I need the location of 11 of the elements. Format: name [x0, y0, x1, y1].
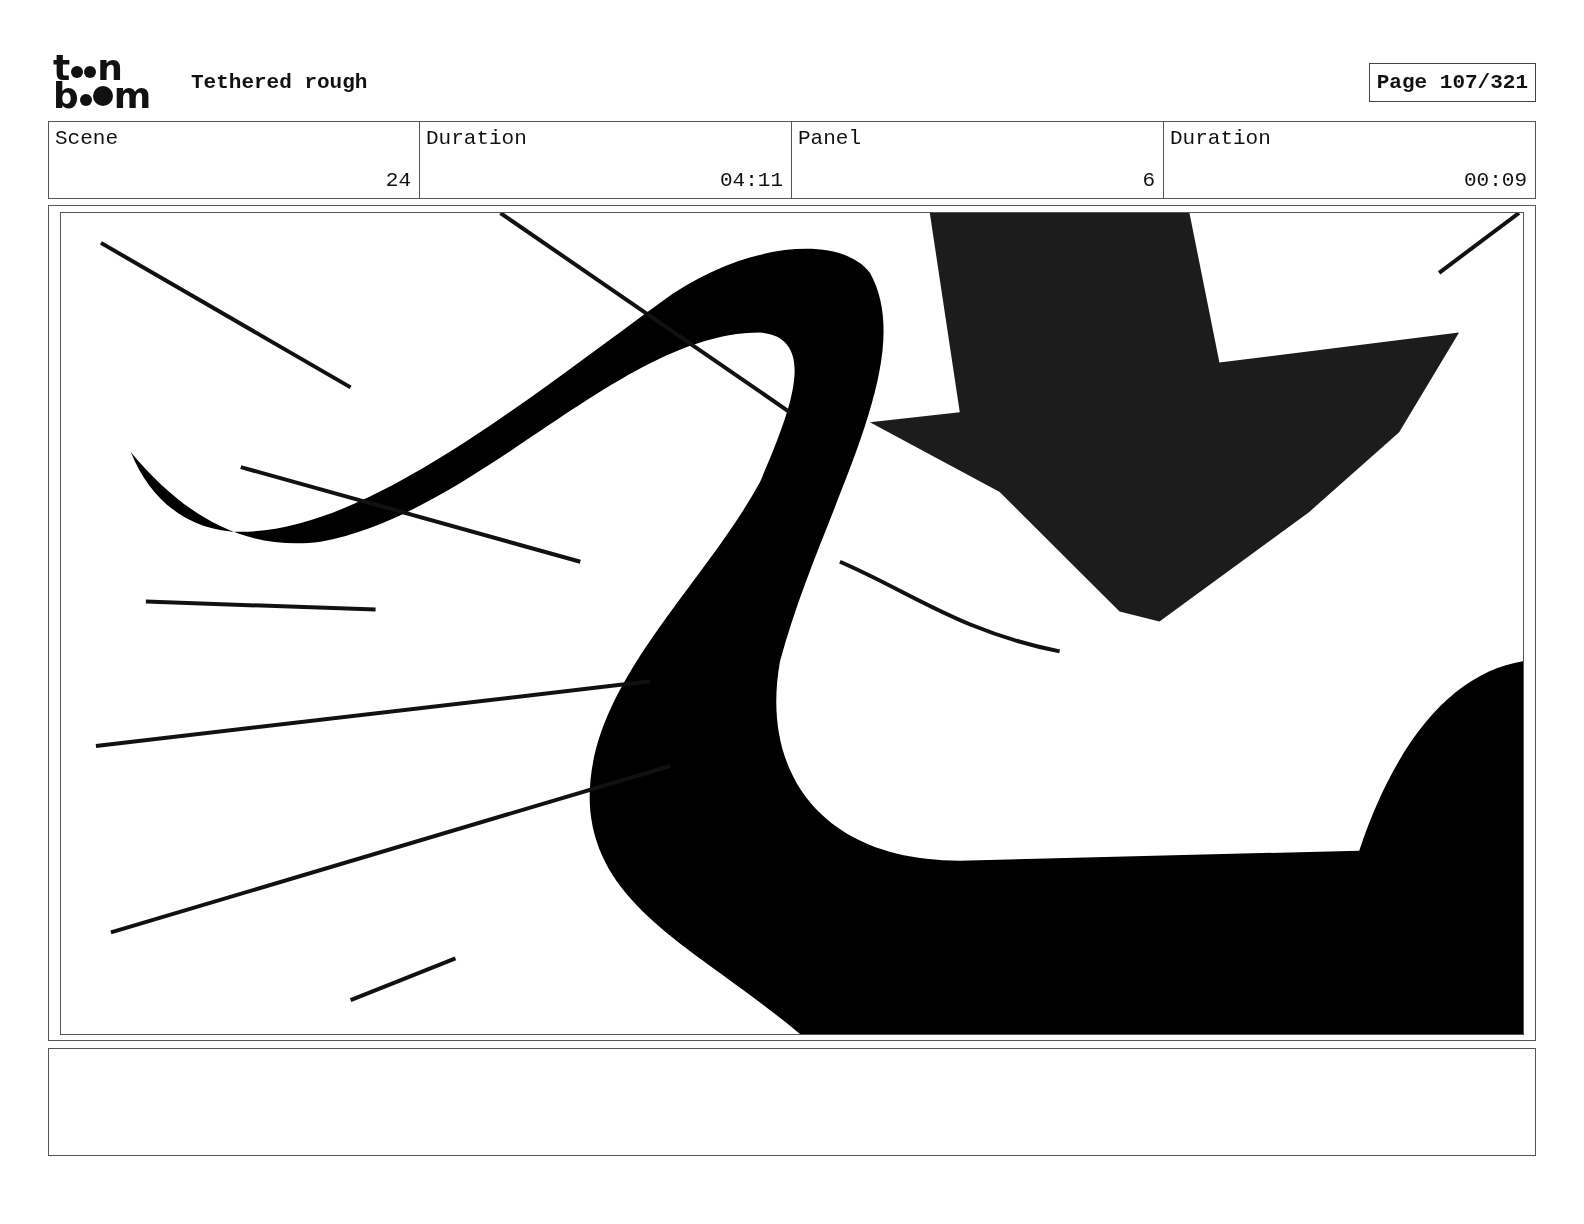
- page-number: Page 107/321: [1368, 62, 1536, 102]
- logo: t n b m: [53, 54, 153, 110]
- field-value: 24: [385, 169, 411, 192]
- field-value: 04:11: [720, 169, 783, 192]
- storyboard-title: Tethered rough: [191, 70, 368, 94]
- field-label: Duration: [426, 127, 528, 150]
- field-label: Panel: [798, 127, 862, 150]
- field-label: Duration: [1170, 127, 1272, 150]
- field-label: Scene: [55, 127, 119, 150]
- field-value: 00:09: [1464, 169, 1527, 192]
- field-value: 6: [1142, 169, 1155, 192]
